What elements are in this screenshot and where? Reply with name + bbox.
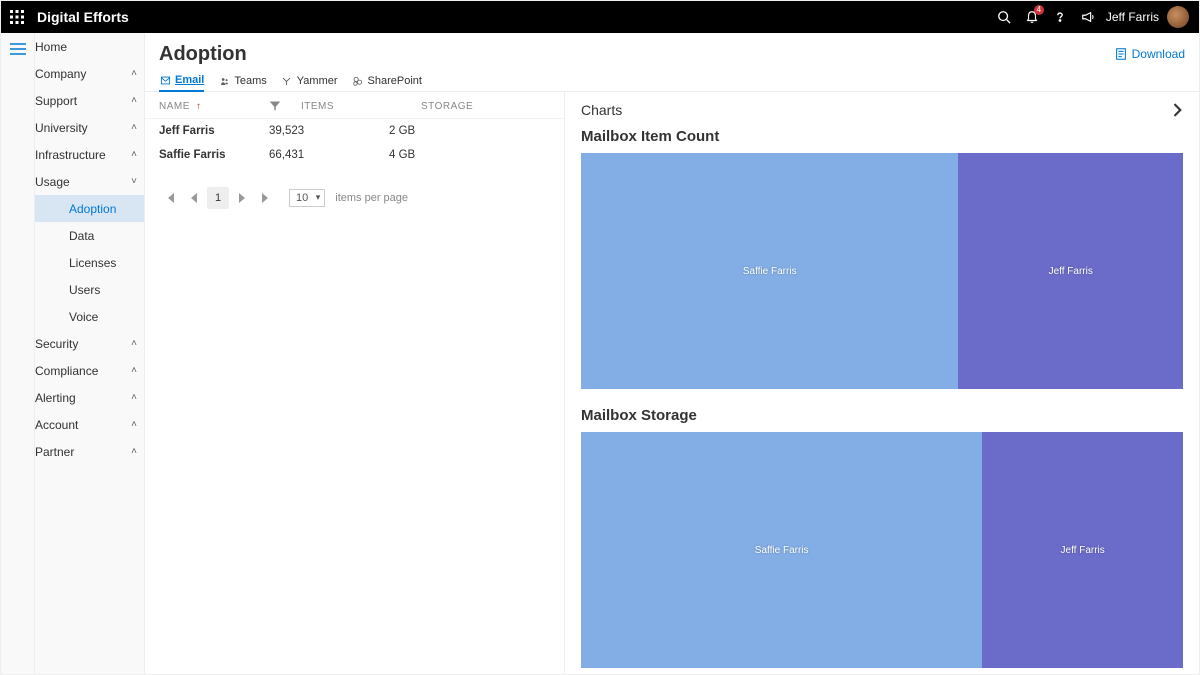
pager-page-1[interactable]: 1 <box>207 187 229 209</box>
sidebar-subitem-adoption[interactable]: Adoption <box>35 195 145 222</box>
mailbox-item-count-chart: Saffie FarrisJeff Farris <box>581 153 1183 389</box>
sidebar-item-label: Security <box>35 337 131 351</box>
treemap-cell: Jeff Farris <box>982 432 1183 668</box>
sidebar-item-label: Usage <box>35 175 131 189</box>
search-icon[interactable] <box>990 3 1018 31</box>
filter-icon[interactable] <box>269 100 281 112</box>
sidebar-subitem-users[interactable]: Users <box>35 276 145 303</box>
notification-badge: 4 <box>1034 5 1044 15</box>
pager-last-icon[interactable] <box>255 187 277 209</box>
cell-name: Saffie Farris <box>159 149 269 161</box>
tab-teams[interactable]: Teams <box>218 75 266 91</box>
sidebar-item-university[interactable]: University ˄ <box>35 114 145 141</box>
teams-icon <box>218 75 230 87</box>
email-icon <box>159 74 171 86</box>
chevron-up-icon: ˄ <box>131 149 137 160</box>
sort-asc-icon[interactable]: ↑ <box>196 101 202 112</box>
chevron-right-icon[interactable] <box>1173 103 1183 117</box>
sidebar-item-label: Account <box>35 418 131 432</box>
pager-next-icon[interactable] <box>231 187 253 209</box>
sidebar-item-support[interactable]: Support ˄ <box>35 87 145 114</box>
chevron-down-icon: ˅ <box>131 176 137 187</box>
sidebar-subitem-voice[interactable]: Voice <box>35 303 145 330</box>
download-button[interactable]: Download <box>1114 43 1185 61</box>
sidebar-item-compliance[interactable]: Compliance ˄ <box>35 357 145 384</box>
sidebar-item-label: Partner <box>35 445 131 459</box>
pager-prev-icon[interactable] <box>183 187 205 209</box>
chevron-up-icon: ˄ <box>131 446 137 457</box>
col-items-header[interactable]: ITEMS <box>301 101 421 112</box>
sidebar-item-label: Infrastructure <box>35 148 131 162</box>
chevron-up-icon: ˄ <box>131 365 137 376</box>
sidebar-item-partner[interactable]: Partner ˄ <box>35 438 145 465</box>
charts-panel-title: Charts <box>581 102 622 118</box>
app-launcher-icon[interactable] <box>9 9 25 25</box>
cell-storage: 4 GB <box>389 149 550 161</box>
page-size-select[interactable]: 10 <box>289 189 325 207</box>
treemap-cell: Jeff Farris <box>958 153 1183 389</box>
tab-sharepoint[interactable]: SharePoint <box>352 75 422 91</box>
sidebar-item-label: Support <box>35 94 131 108</box>
sidebar-item-label: Alerting <box>35 391 131 405</box>
col-storage-header[interactable]: STORAGE <box>421 101 550 112</box>
sidebar-item-label: Company <box>35 67 131 81</box>
cell-items: 39,523 <box>269 125 389 137</box>
brand-title: Digital Efforts <box>37 9 129 25</box>
sidebar-item-account[interactable]: Account ˄ <box>35 411 145 438</box>
megaphone-icon[interactable] <box>1074 3 1102 31</box>
sharepoint-icon <box>352 75 364 87</box>
sidebar-item-usage[interactable]: Usage ˅ <box>35 168 145 195</box>
chevron-up-icon: ˄ <box>131 68 137 79</box>
notifications-icon[interactable]: 4 <box>1018 3 1046 31</box>
page-size-label: items per page <box>335 192 408 204</box>
table-row[interactable]: Saffie Farris 66,431 4 GB <box>145 143 564 167</box>
chart-2-title: Mailbox Storage <box>581 407 1183 424</box>
help-icon[interactable] <box>1046 3 1074 31</box>
sidebar-item-company[interactable]: Company ˄ <box>35 60 145 87</box>
tab-yammer[interactable]: Yammer <box>281 75 338 91</box>
sidebar-item-alerting[interactable]: Alerting ˄ <box>35 384 145 411</box>
chart-1-title: Mailbox Item Count <box>581 128 1183 145</box>
download-label: Download <box>1132 47 1185 61</box>
table-row[interactable]: Jeff Farris 39,523 2 GB <box>145 119 564 143</box>
sidebar-item-label: University <box>35 121 131 135</box>
sidebar-item-home[interactable]: Home <box>35 33 145 60</box>
sidebar-subitem-data[interactable]: Data <box>35 222 145 249</box>
tab-email[interactable]: Email <box>159 74 204 92</box>
mailbox-storage-chart: Saffie FarrisJeff Farris <box>581 432 1183 668</box>
pager-first-icon[interactable] <box>159 187 181 209</box>
cell-name: Jeff Farris <box>159 125 269 137</box>
page-title: Adoption <box>159 43 247 66</box>
cell-storage: 2 GB <box>389 125 550 137</box>
sidebar-item-infrastructure[interactable]: Infrastructure ˄ <box>35 141 145 168</box>
sidebar-item-label: Home <box>35 40 137 54</box>
yammer-icon <box>281 75 293 87</box>
sidebar-item-security[interactable]: Security ˄ <box>35 330 145 357</box>
treemap-cell: Saffie Farris <box>581 153 958 389</box>
chevron-up-icon: ˄ <box>131 122 137 133</box>
menu-toggle-icon[interactable] <box>10 43 26 57</box>
chevron-up-icon: ˄ <box>131 419 137 430</box>
chevron-up-icon: ˄ <box>131 392 137 403</box>
sidebar-item-label: Compliance <box>35 364 131 378</box>
cell-items: 66,431 <box>269 149 389 161</box>
sidebar-subitem-licenses[interactable]: Licenses <box>35 249 145 276</box>
col-name-header[interactable]: NAME <box>159 101 190 112</box>
chevron-up-icon: ˄ <box>131 95 137 106</box>
user-name-label: Jeff Farris <box>1106 10 1159 24</box>
treemap-cell: Saffie Farris <box>581 432 982 668</box>
chevron-up-icon: ˄ <box>131 338 137 349</box>
avatar[interactable] <box>1167 6 1189 28</box>
